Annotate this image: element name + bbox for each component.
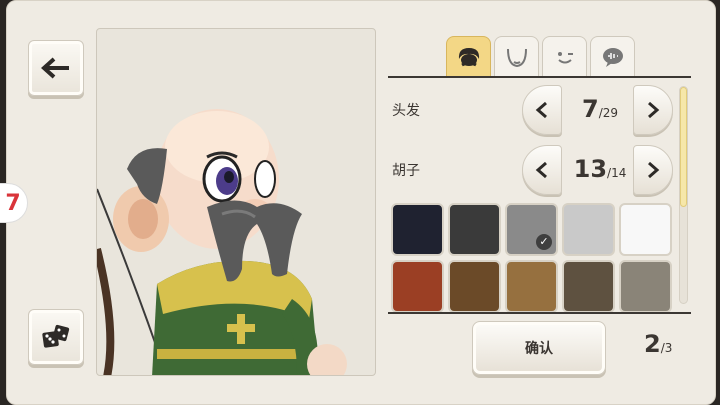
character-preview[interactable] bbox=[96, 28, 376, 376]
page-current: 2 bbox=[644, 330, 661, 358]
tab-voice[interactable] bbox=[590, 36, 635, 76]
chevron-left-icon bbox=[535, 161, 547, 179]
dice-icon bbox=[42, 324, 70, 348]
page-total: /3 bbox=[660, 341, 673, 355]
back-button[interactable] bbox=[28, 40, 84, 96]
arrow-left-icon bbox=[41, 57, 69, 79]
confirm-button[interactable]: 确认 bbox=[472, 321, 606, 375]
color-swatch[interactable] bbox=[448, 260, 501, 313]
beard-current: 13 bbox=[573, 155, 608, 183]
beard-label: 胡子 bbox=[392, 163, 420, 179]
page-indicator: 2/3 bbox=[644, 330, 672, 358]
beard-counter: 13/14 bbox=[565, 155, 635, 183]
color-swatch[interactable] bbox=[505, 260, 558, 313]
confirm-label: 确认 bbox=[525, 341, 553, 357]
color-swatch[interactable] bbox=[562, 260, 615, 313]
color-swatch[interactable] bbox=[391, 203, 444, 256]
tab-divider bbox=[388, 76, 691, 78]
category-tabs bbox=[446, 36, 635, 76]
character-illustration bbox=[97, 109, 347, 375]
tab-face-shape[interactable] bbox=[494, 36, 539, 76]
options-scrollbar[interactable] bbox=[679, 86, 688, 304]
face-shape-icon bbox=[506, 48, 527, 67]
chevron-left-icon bbox=[535, 101, 547, 119]
side-badge-label: 7 bbox=[5, 190, 21, 216]
color-swatch[interactable] bbox=[619, 260, 672, 313]
beard-total: /14 bbox=[607, 166, 627, 180]
chevron-right-icon bbox=[648, 101, 660, 119]
hair-counter: 7/29 bbox=[565, 95, 635, 123]
randomize-button[interactable] bbox=[28, 309, 84, 365]
hair-label: 头发 bbox=[392, 103, 420, 119]
hair-total: /29 bbox=[598, 106, 618, 120]
color-swatch[interactable] bbox=[448, 203, 501, 256]
tab-expression[interactable] bbox=[542, 36, 587, 76]
color-swatch-grid: ✓ bbox=[391, 203, 673, 313]
color-swatch[interactable] bbox=[391, 260, 444, 313]
tab-hair[interactable] bbox=[446, 36, 491, 76]
voice-bubble-icon bbox=[602, 47, 623, 67]
color-swatch[interactable]: ✓ bbox=[505, 203, 558, 256]
bottom-divider bbox=[388, 312, 691, 314]
color-swatch[interactable] bbox=[619, 203, 672, 256]
color-swatch[interactable] bbox=[562, 203, 615, 256]
hair-current: 7 bbox=[581, 95, 599, 123]
scrollbar-thumb[interactable] bbox=[680, 87, 687, 207]
hair-icon bbox=[458, 47, 479, 66]
checkmark-icon: ✓ bbox=[536, 234, 552, 250]
expression-icon bbox=[557, 51, 573, 63]
chevron-right-icon bbox=[648, 161, 660, 179]
